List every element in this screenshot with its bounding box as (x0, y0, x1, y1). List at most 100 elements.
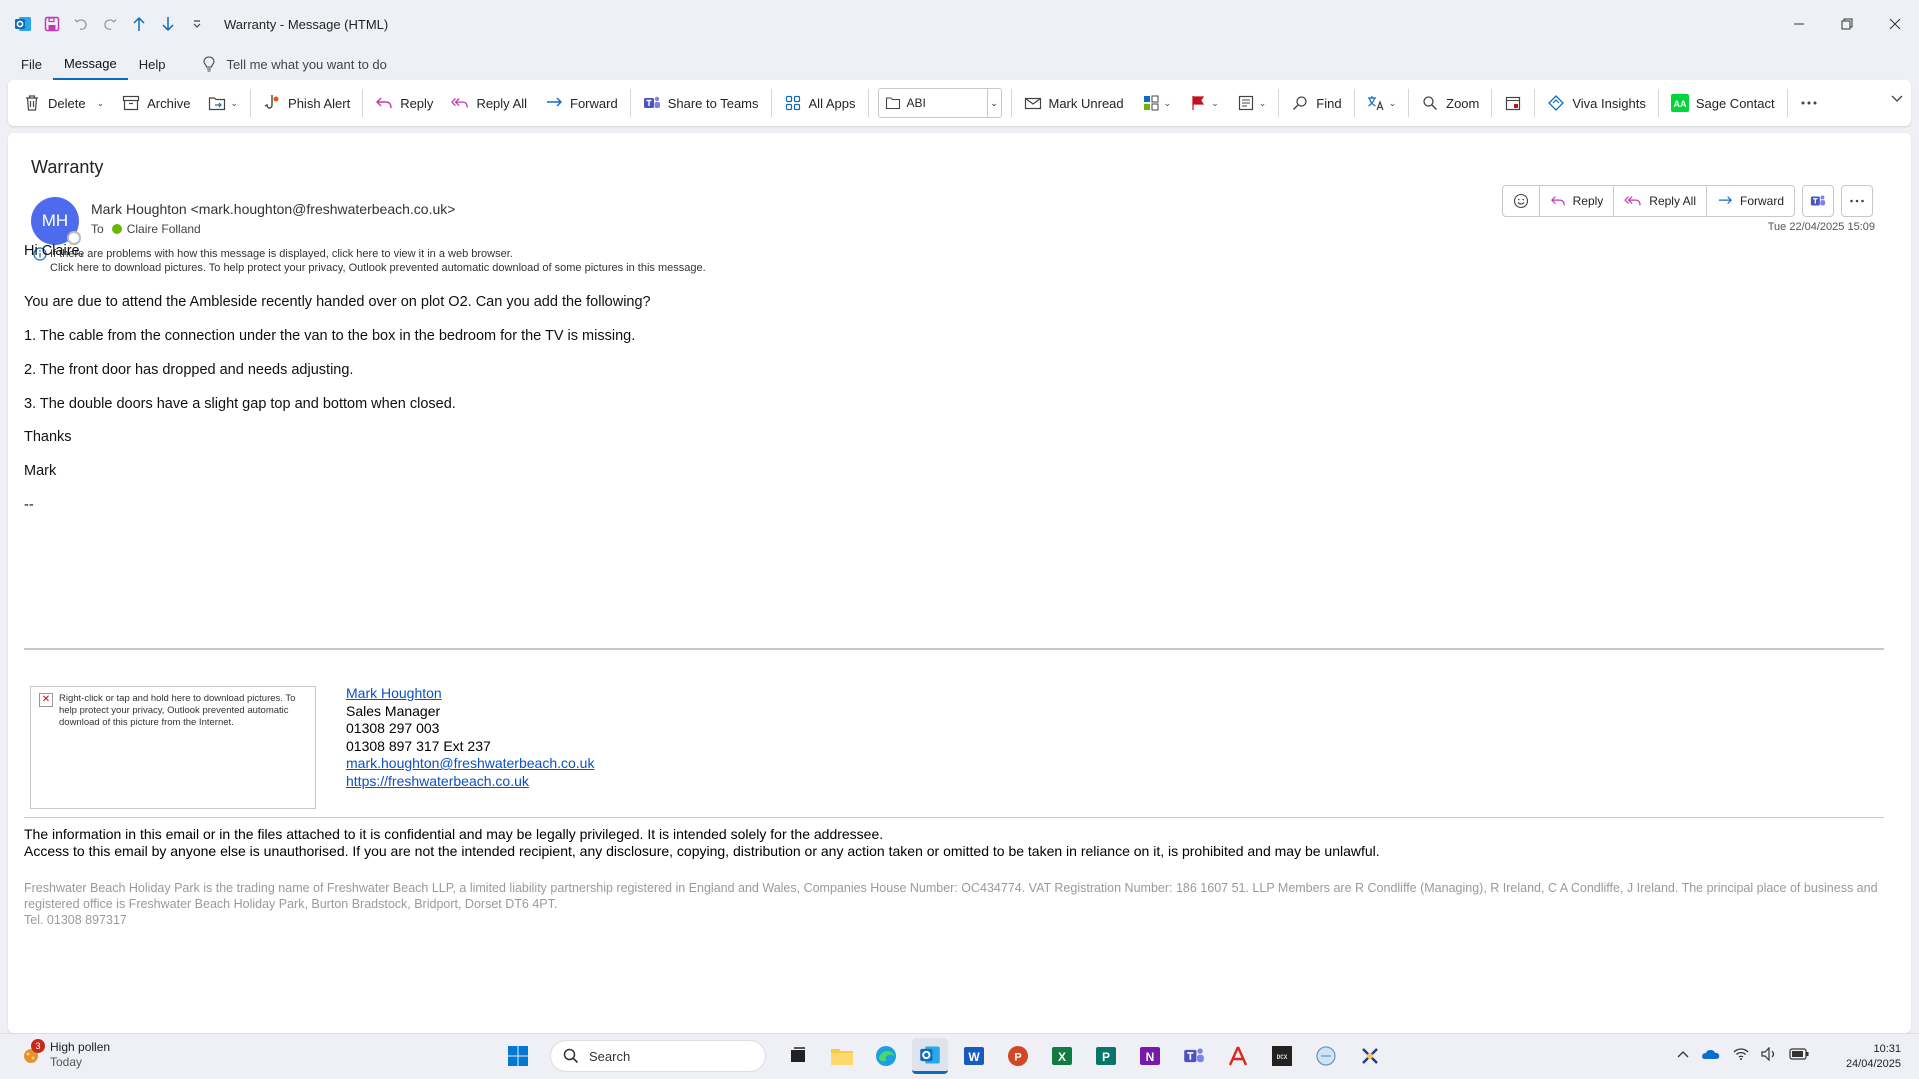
clock-time: 10:31 (1873, 1043, 1901, 1055)
close-button[interactable] (1871, 0, 1919, 48)
header-teams-button[interactable] (1802, 185, 1834, 217)
header-reply-label: Reply (1572, 194, 1604, 208)
outlook-taskbar-icon[interactable] (912, 1038, 948, 1074)
terminal-app-icon[interactable]: DCX (1264, 1038, 1300, 1074)
start-button[interactable] (500, 1038, 536, 1074)
header-forward-button[interactable]: Forward (1705, 186, 1794, 216)
undo-icon[interactable] (72, 15, 90, 33)
find-button[interactable]: Find (1282, 86, 1350, 120)
tab-message[interactable]: Message (52, 48, 128, 80)
file-explorer-icon[interactable] (824, 1038, 860, 1074)
tell-me-search[interactable]: Tell me what you want to do (202, 56, 387, 72)
phish-alert-button[interactable]: Phish Alert (254, 86, 359, 120)
edge-browser-icon[interactable] (868, 1038, 904, 1074)
signature-email-link[interactable]: mark.houghton@freshwaterbeach.co.uk (346, 755, 594, 773)
taskbar-search[interactable]: Search (550, 1040, 766, 1072)
excel-icon[interactable]: X (1044, 1038, 1080, 1074)
quick-steps-combo[interactable]: ABI ⌄ (877, 88, 1002, 118)
tab-help[interactable]: Help (128, 48, 177, 80)
acrobat-icon[interactable] (1220, 1038, 1256, 1074)
archive-button[interactable]: Archive (113, 86, 199, 120)
chevron-down-icon: ⌄ (230, 97, 239, 108)
share-to-teams-button[interactable]: Share to Teams (634, 86, 768, 120)
svg-text:DCX: DCX (1277, 1054, 1288, 1061)
sender-name[interactable]: Mark Houghton <mark.houghton@freshwaterb… (91, 201, 455, 217)
signature-website-link[interactable]: https://freshwaterbeach.co.uk (346, 773, 594, 791)
redo-icon[interactable] (101, 15, 119, 33)
wifi-icon[interactable] (1733, 1048, 1749, 1060)
zoom-label: Zoom (1446, 95, 1480, 111)
reply-all-button[interactable]: Reply All (442, 86, 536, 120)
tell-me-text: Tell me what you want to do (226, 56, 387, 72)
header-reply-button[interactable]: Reply (1538, 186, 1614, 216)
restore-button[interactable] (1823, 0, 1871, 48)
chevron-down-icon: ⌄ (1388, 97, 1397, 108)
ribbon-divider (1657, 89, 1659, 117)
body-name: Mark (24, 463, 57, 479)
browser-app-icon[interactable] (1308, 1038, 1344, 1074)
window-title: Warranty - Message (HTML) (224, 17, 388, 32)
info-line-pictures[interactable]: Click here to download pictures. To help… (33, 261, 706, 275)
reply-button[interactable]: Reply (366, 86, 442, 120)
onedrive-icon[interactable] (1701, 1048, 1721, 1060)
calendar-button[interactable] (1495, 86, 1531, 120)
body-intro: You are due to attend the Ambleside rece… (24, 294, 651, 310)
blocked-image-placeholder[interactable]: ✕ Right-click or tap and hold here to do… (30, 686, 316, 809)
follow-up-button[interactable]: ⌄ (1180, 86, 1228, 120)
delete-button[interactable]: Delete ⌄ (14, 86, 113, 120)
chevron-down-icon[interactable]: ⌄ (986, 89, 1001, 117)
minimize-button[interactable] (1775, 0, 1823, 48)
share-to-teams-label: Share to Teams (667, 95, 759, 111)
previous-item-icon[interactable] (130, 15, 148, 33)
body-greeting: Hi Claire, (24, 243, 84, 259)
system-clock[interactable]: 10:31 24/04/2025 (1846, 1042, 1901, 1072)
categorize-button[interactable]: ⌄ (1133, 86, 1181, 120)
viva-insights-button[interactable]: Viva Insights (1538, 86, 1654, 120)
info-bar[interactable]: If there are problems with how this mess… (33, 247, 706, 275)
svg-text:P: P (1102, 1050, 1110, 1064)
task-view-icon[interactable] (780, 1038, 816, 1074)
react-button[interactable] (1503, 186, 1539, 216)
mark-unread-button[interactable]: Mark Unread (1015, 86, 1133, 120)
tools-app-icon[interactable] (1352, 1038, 1388, 1074)
policy-button[interactable]: ⌄ (1228, 86, 1276, 120)
signature-block: Mark Houghton Sales Manager 01308 297 00… (346, 685, 594, 790)
ellipsis-icon (1800, 94, 1818, 112)
teams-taskbar-icon[interactable] (1176, 1038, 1212, 1074)
header-reply-all-button[interactable]: Reply All (1613, 186, 1706, 216)
customize-toolbar-icon[interactable] (188, 15, 206, 33)
chevron-up-icon[interactable] (1677, 1050, 1689, 1058)
weather-widget[interactable]: 3 High pollen Today (20, 1039, 110, 1070)
signature-name-link[interactable]: Mark Houghton (346, 685, 594, 703)
save-icon[interactable] (43, 15, 61, 33)
next-item-icon[interactable] (159, 15, 177, 33)
move-button[interactable]: ⌄ (199, 86, 247, 120)
svg-text:N: N (1146, 1050, 1155, 1064)
info-line-browser[interactable]: If there are problems with how this mess… (50, 247, 513, 261)
ribbon-collapse-icon[interactable] (1891, 95, 1903, 103)
taskbar-apps: Search W P X P N DCX (500, 1038, 1388, 1074)
quick-access-toolbar (0, 15, 206, 33)
all-apps-button[interactable]: All Apps (775, 86, 865, 120)
message-actions: Reply Reply All Forward (1501, 185, 1873, 217)
recipient-name[interactable]: Claire Folland (127, 222, 201, 236)
volume-icon[interactable] (1761, 1047, 1777, 1061)
phish-hook-icon (263, 94, 281, 112)
sage-contact-button[interactable]: AA Sage Contact (1662, 86, 1784, 120)
tab-file[interactable]: File (10, 48, 53, 80)
viva-insights-icon (1547, 94, 1565, 112)
onenote-icon[interactable]: N (1132, 1038, 1168, 1074)
powerpoint-icon[interactable]: P (1000, 1038, 1036, 1074)
forward-button[interactable]: Forward (536, 86, 627, 120)
header-more-button[interactable] (1841, 185, 1873, 217)
translate-button[interactable]: ⌄ (1358, 86, 1406, 120)
trash-icon (23, 94, 41, 112)
publisher-icon[interactable]: P (1088, 1038, 1124, 1074)
confidentiality-notice: The information in this email or in the … (24, 826, 1380, 860)
more-options-button[interactable] (1791, 86, 1827, 120)
word-icon[interactable]: W (956, 1038, 992, 1074)
ribbon-divider (1491, 89, 1493, 117)
battery-icon[interactable] (1789, 1048, 1809, 1060)
zoom-button[interactable]: Zoom (1412, 86, 1488, 120)
signature-role: Sales Manager (346, 702, 441, 719)
